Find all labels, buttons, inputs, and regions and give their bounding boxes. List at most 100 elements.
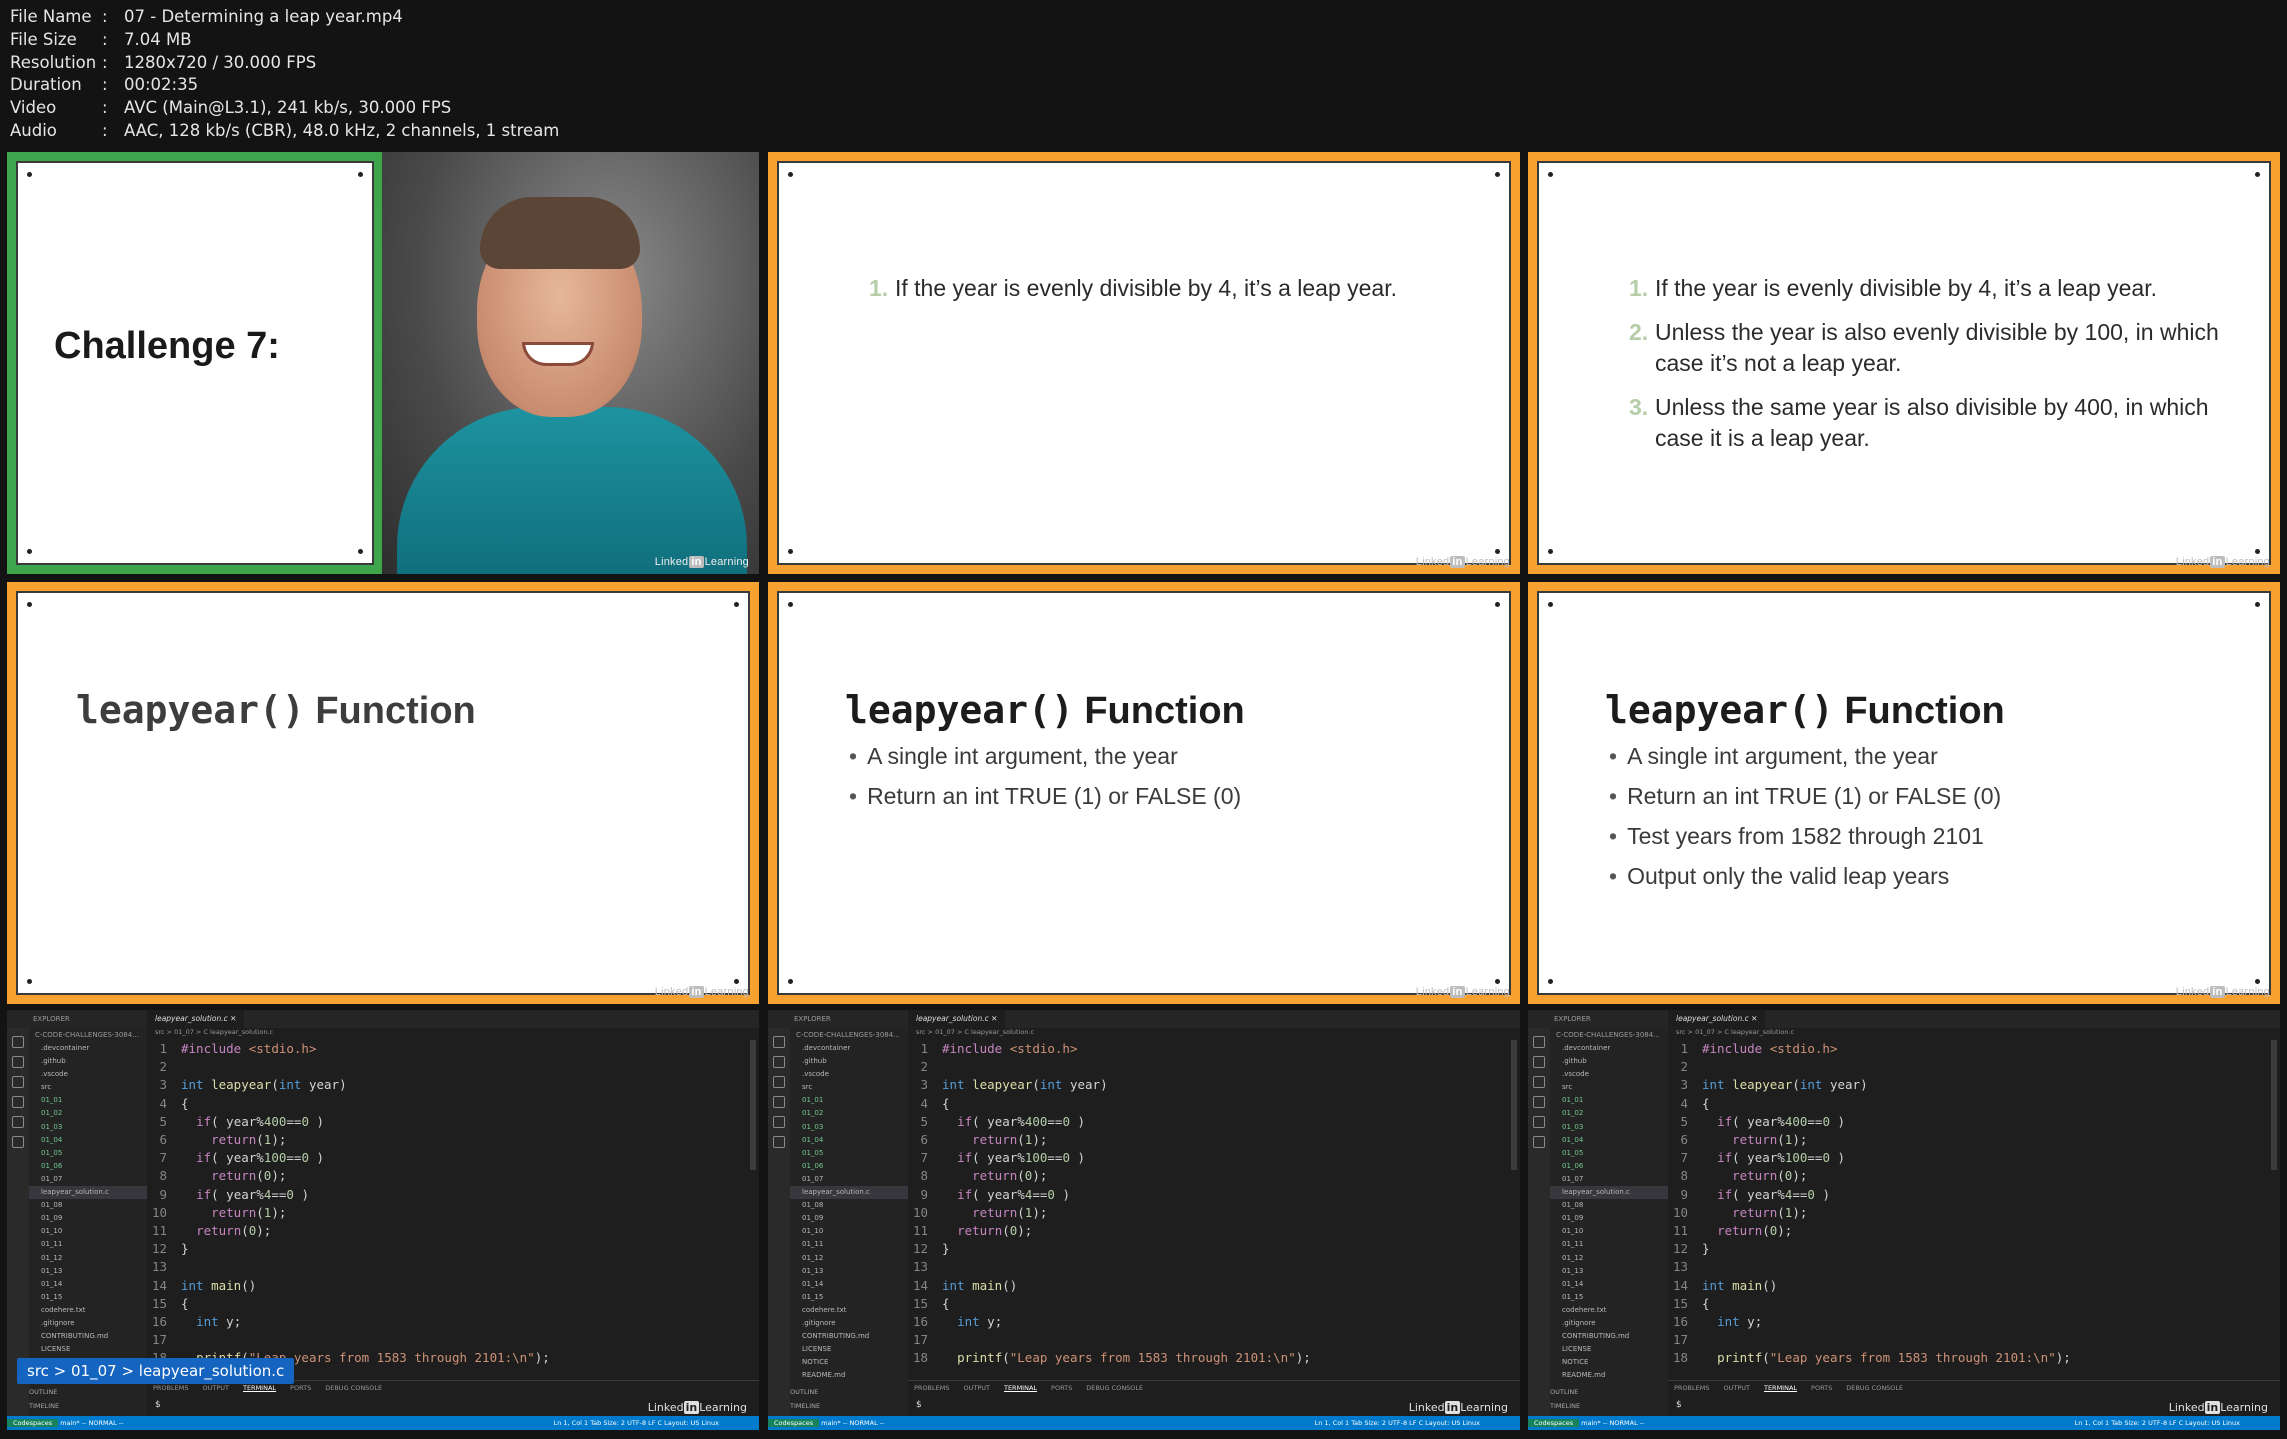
explorer-item[interactable]: .github (29, 1055, 147, 1068)
files-icon[interactable] (12, 1036, 24, 1048)
explorer-item[interactable]: 01_04 (1550, 1134, 1668, 1147)
editor-tab[interactable]: leapyear_solution.c ✕ (147, 1010, 245, 1028)
timeline-section[interactable]: TIMELINE (29, 1402, 59, 1410)
code-editor[interactable]: 1 #include <stdio.h> 2 3 int leapyear(int ye… (147, 1040, 747, 1368)
panel-tab[interactable]: PROBLEMS (1674, 1384, 1709, 1392)
explorer-item[interactable]: leapyear_solution.c (790, 1186, 908, 1200)
explorer-item[interactable]: 01_11 (1550, 1238, 1668, 1251)
code-editor[interactable]: 1 #include <stdio.h> 2 3 int leapyear(int ye… (908, 1040, 1508, 1368)
explorer-item[interactable]: 01_02 (29, 1107, 147, 1120)
explorer-item[interactable]: 01_12 (1550, 1252, 1668, 1265)
explorer-item[interactable]: 01_09 (29, 1212, 147, 1225)
remote-icon[interactable] (773, 1136, 785, 1148)
explorer-item[interactable]: 01_10 (790, 1225, 908, 1238)
panel-tab[interactable]: PORTS (1811, 1384, 1832, 1392)
explorer-item[interactable]: 01_08 (1550, 1199, 1668, 1212)
explorer-item[interactable]: .vscode (790, 1068, 908, 1081)
explorer-item[interactable]: .gitignore (29, 1317, 147, 1330)
explorer-item[interactable]: 01_06 (29, 1160, 147, 1173)
explorer-item[interactable]: .gitignore (790, 1317, 908, 1330)
explorer-item[interactable]: src (1550, 1081, 1668, 1094)
explorer-item[interactable]: 01_12 (790, 1252, 908, 1265)
explorer-item[interactable]: 01_13 (1550, 1265, 1668, 1278)
explorer-item[interactable]: 01_05 (29, 1147, 147, 1160)
search-icon[interactable] (773, 1056, 785, 1068)
extensions-icon[interactable] (1533, 1116, 1545, 1128)
explorer-item[interactable]: 01_02 (790, 1107, 908, 1120)
panel-tab[interactable]: DEBUG CONSOLE (1846, 1384, 1903, 1392)
explorer-item[interactable]: 01_07 (1550, 1173, 1668, 1186)
panel-tab[interactable]: TERMINAL (243, 1384, 276, 1392)
explorer-item[interactable]: .gitignore (1550, 1317, 1668, 1330)
explorer-item[interactable]: 01_10 (1550, 1225, 1668, 1238)
explorer-item[interactable]: 01_03 (1550, 1121, 1668, 1134)
code-editor[interactable]: 1 #include <stdio.h> 2 3 int leapyear(int ye… (1668, 1040, 2268, 1368)
source-control-icon[interactable] (12, 1076, 24, 1088)
explorer-item[interactable]: 01_13 (790, 1265, 908, 1278)
panel-tab[interactable]: TERMINAL (1004, 1384, 1037, 1392)
explorer-item[interactable]: 01_05 (1550, 1147, 1668, 1160)
timeline-section[interactable]: TIMELINE (1550, 1402, 1580, 1410)
explorer-item[interactable]: leapyear_solution.c (1550, 1186, 1668, 1200)
explorer-item[interactable]: 01_01 (29, 1094, 147, 1107)
explorer-item[interactable]: LICENSE (1550, 1343, 1668, 1356)
explorer-item[interactable]: .github (790, 1055, 908, 1068)
explorer-item[interactable]: .devcontainer (1550, 1042, 1668, 1055)
editor-scrollbar[interactable] (2271, 1040, 2277, 1170)
outline-section[interactable]: OUTLINE (29, 1388, 57, 1396)
explorer-item[interactable]: 01_01 (790, 1094, 908, 1107)
explorer-item[interactable]: 01_15 (29, 1291, 147, 1304)
codespaces-status[interactable]: Codespaces (768, 1419, 820, 1427)
explorer-item[interactable]: 01_14 (1550, 1278, 1668, 1291)
explorer-item[interactable]: leapyear_solution.c (29, 1186, 147, 1200)
panel-tab[interactable]: DEBUG CONSOLE (325, 1384, 382, 1392)
codespaces-status[interactable]: Codespaces (1528, 1419, 1580, 1427)
editor-scrollbar[interactable] (1511, 1040, 1517, 1170)
explorer-item[interactable]: codehere.txt (29, 1304, 147, 1317)
source-control-icon[interactable] (1533, 1076, 1545, 1088)
explorer-item[interactable]: 01_14 (29, 1278, 147, 1291)
explorer-item[interactable]: .devcontainer (29, 1042, 147, 1055)
explorer-item[interactable]: 01_08 (790, 1199, 908, 1212)
run-debug-icon[interactable] (1533, 1096, 1545, 1108)
explorer-item[interactable]: 01_01 (1550, 1094, 1668, 1107)
editor-tab[interactable]: leapyear_solution.c ✕ (908, 1010, 1006, 1028)
close-icon[interactable]: ✕ (1751, 1014, 1757, 1023)
explorer-item[interactable]: README.md (1550, 1369, 1668, 1382)
explorer-item[interactable]: README.md (790, 1369, 908, 1382)
explorer-item[interactable]: 01_03 (790, 1121, 908, 1134)
explorer-item[interactable]: 01_07 (29, 1173, 147, 1186)
explorer-item[interactable]: src (29, 1081, 147, 1094)
panel-tab[interactable]: TERMINAL (1764, 1384, 1797, 1392)
panel-tab[interactable]: PORTS (290, 1384, 311, 1392)
explorer-item[interactable]: 01_07 (790, 1173, 908, 1186)
explorer-item[interactable]: 01_12 (29, 1252, 147, 1265)
files-icon[interactable] (773, 1036, 785, 1048)
explorer-item[interactable]: 01_09 (1550, 1212, 1668, 1225)
panel-tab[interactable]: PORTS (1051, 1384, 1072, 1392)
explorer-item[interactable]: LICENSE (29, 1343, 147, 1356)
extensions-icon[interactable] (773, 1116, 785, 1128)
explorer-item[interactable]: CONTRIBUTING.md (1550, 1330, 1668, 1343)
search-icon[interactable] (1533, 1056, 1545, 1068)
close-icon[interactable]: ✕ (991, 1014, 997, 1023)
branch-status[interactable]: main* (1581, 1419, 1601, 1427)
explorer-item[interactable]: 01_09 (790, 1212, 908, 1225)
run-debug-icon[interactable] (773, 1096, 785, 1108)
branch-status[interactable]: main* (821, 1419, 841, 1427)
explorer-item[interactable]: CONTRIBUTING.md (29, 1330, 147, 1343)
files-icon[interactable] (1533, 1036, 1545, 1048)
editor-tab[interactable]: leapyear_solution.c ✕ (1668, 1010, 1766, 1028)
extensions-icon[interactable] (12, 1116, 24, 1128)
editor-scrollbar[interactable] (750, 1040, 756, 1170)
explorer-item[interactable]: 01_14 (790, 1278, 908, 1291)
source-control-icon[interactable] (773, 1076, 785, 1088)
explorer-item[interactable]: 01_08 (29, 1199, 147, 1212)
panel-tab[interactable]: OUTPUT (963, 1384, 990, 1392)
panel-tab[interactable]: DEBUG CONSOLE (1086, 1384, 1143, 1392)
explorer-item[interactable]: LICENSE (790, 1343, 908, 1356)
run-debug-icon[interactable] (12, 1096, 24, 1108)
explorer-item[interactable]: NOTICE (1550, 1356, 1668, 1369)
explorer-item[interactable]: 01_05 (790, 1147, 908, 1160)
explorer-item[interactable]: 01_10 (29, 1225, 147, 1238)
